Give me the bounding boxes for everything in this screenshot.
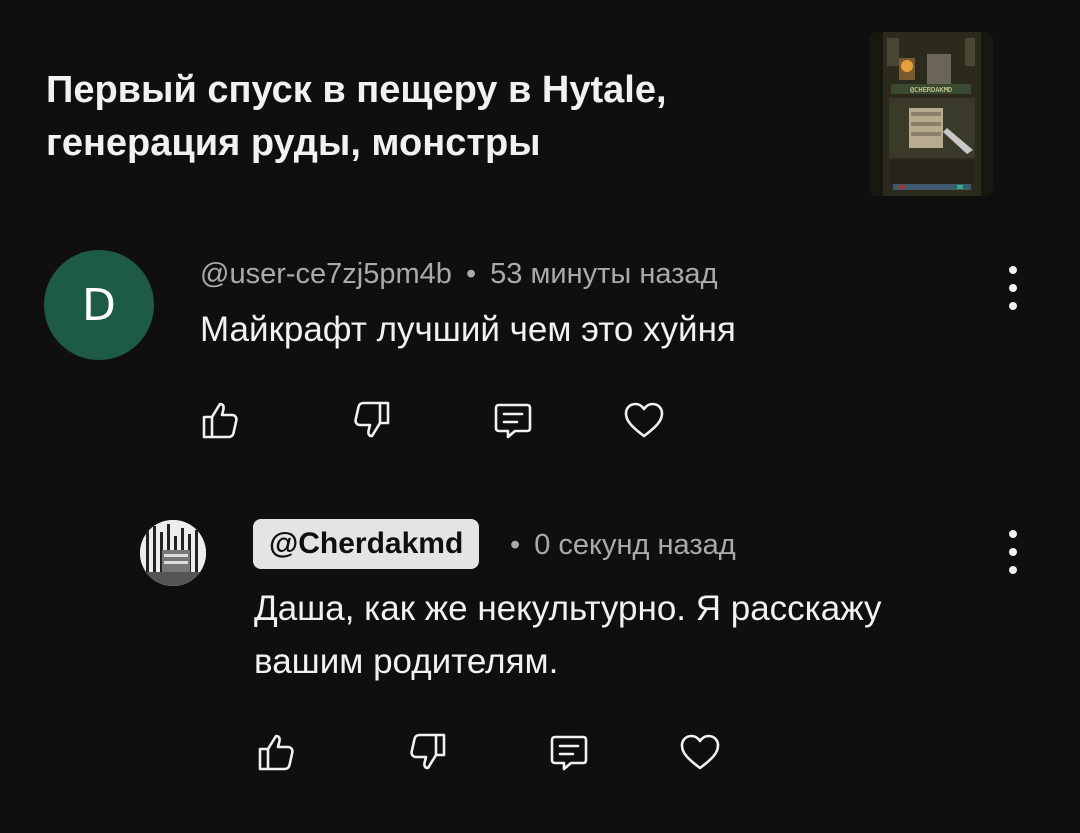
reply-icon <box>550 735 588 771</box>
more-options-button[interactable] <box>998 266 1028 310</box>
comment-meta: @user-ce7zj5pm4b • 53 минуты назад <box>200 256 718 292</box>
dislike-button[interactable] <box>348 396 396 444</box>
dot <box>1009 566 1017 574</box>
comment-author[interactable]: @user-ce7zj5pm4b <box>200 258 452 290</box>
heart-icon <box>624 402 664 438</box>
video-title-line-2: генерация руды, монстры <box>46 122 541 164</box>
reply-time[interactable]: 0 секунд назад <box>534 529 736 561</box>
heart-button[interactable] <box>620 396 668 444</box>
video-thumbnail[interactable]: @CHERDAKMD <box>869 32 993 196</box>
author-chip[interactable]: @Cherdakmd <box>253 519 480 569</box>
reply-author: @Cherdakmd <box>269 527 464 560</box>
dot <box>1009 530 1017 538</box>
reply-text-line-1: Даша, как же некультурно. Я расскажу <box>254 589 882 628</box>
reply-like-button[interactable] <box>252 728 300 776</box>
thumb-down-icon <box>354 401 390 438</box>
reply-actions <box>252 728 732 776</box>
heart-icon <box>680 734 720 770</box>
thumb-down-icon <box>410 733 446 770</box>
reply-meta: • 0 секунд назад <box>504 527 736 563</box>
reply-text-line-2: вашим родителям. <box>254 642 559 681</box>
comment-text: Майкрафт лучший чем это хуйня <box>200 310 736 349</box>
avatar-image <box>140 520 206 586</box>
dot <box>1009 548 1017 556</box>
avatar-letter: D <box>82 279 116 331</box>
reply-button[interactable] <box>489 396 537 444</box>
thumb-up-icon <box>258 734 294 771</box>
comment-time[interactable]: 53 минуты назад <box>490 258 717 290</box>
reply-text: Даша, как же некультурно. Я расскажу ваш… <box>254 582 882 688</box>
like-button[interactable] <box>196 396 244 444</box>
reply-heart-button[interactable] <box>676 728 724 776</box>
thumbnail-image: @CHERDAKMD <box>869 32 993 196</box>
comment-actions <box>196 396 676 444</box>
video-title-line-1: Первый спуск в пещеру в Hytale, <box>46 69 667 111</box>
reply-icon <box>494 403 532 439</box>
reply-avatar[interactable] <box>140 520 206 586</box>
thumb-up-icon <box>202 402 238 439</box>
thumbnail-caption: @CHERDAKMD <box>910 86 952 94</box>
dot <box>1009 302 1017 310</box>
meta-separator: • <box>510 529 521 561</box>
dot <box>1009 284 1017 292</box>
video-title[interactable]: Первый спуск в пещеру в Hytale, генераци… <box>46 64 806 170</box>
reply-reply-button[interactable] <box>545 728 593 776</box>
avatar[interactable]: D <box>44 250 154 360</box>
reply-more-options-button[interactable] <box>998 530 1028 574</box>
meta-separator: • <box>465 258 477 290</box>
reply-dislike-button[interactable] <box>404 728 452 776</box>
dot <box>1009 266 1017 274</box>
